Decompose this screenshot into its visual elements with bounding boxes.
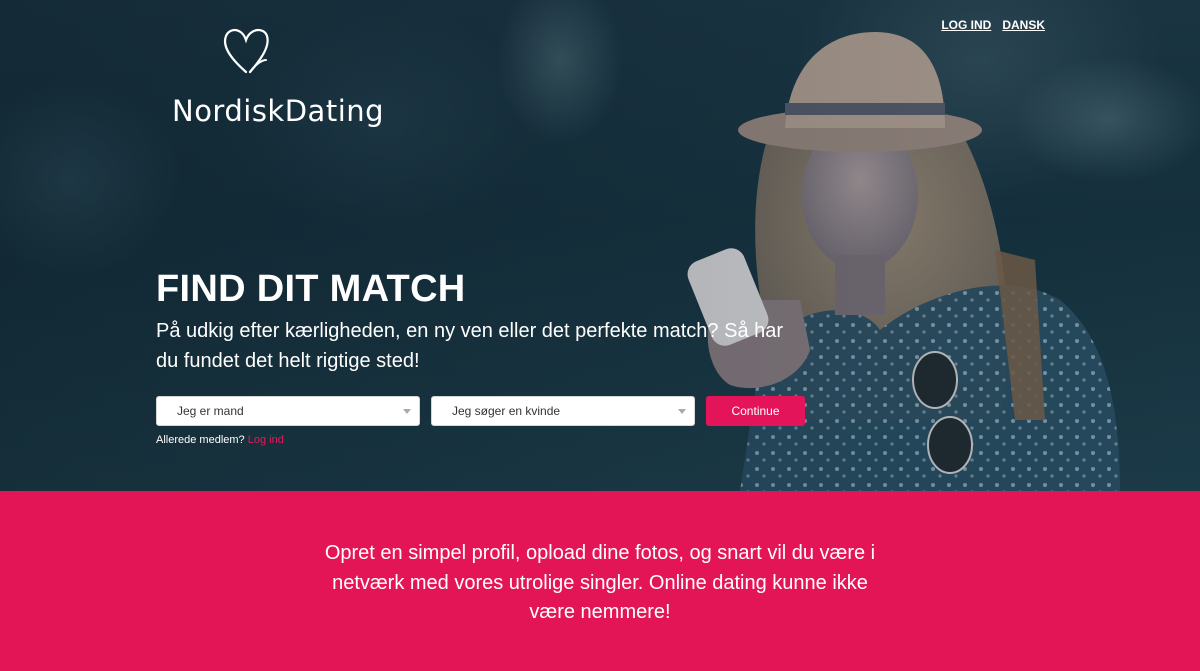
login-link[interactable]: LOG IND bbox=[941, 18, 991, 32]
top-nav: LOG IND DANSK bbox=[941, 18, 1045, 32]
brand-name: NordiskDating bbox=[172, 94, 385, 128]
info-band: Opret en simpel profil, opload dine foto… bbox=[0, 491, 1200, 671]
gender-select[interactable]: Jeg er mand bbox=[156, 396, 420, 426]
language-link[interactable]: DANSK bbox=[1002, 18, 1045, 32]
continue-button[interactable]: Continue bbox=[706, 396, 805, 426]
member-prefix: Allerede medlem? bbox=[156, 434, 245, 446]
brand-logo[interactable]: NordiskDating bbox=[168, 24, 384, 134]
hero-section: NordiskDating LOG IND DANSK FIND DIT MAT… bbox=[0, 0, 1200, 491]
info-band-text: Opret en simpel profil, opload dine foto… bbox=[324, 542, 876, 623]
hero-subline: På udkig efter kærligheden, en ny ven el… bbox=[156, 320, 784, 372]
chevron-down-icon bbox=[403, 409, 411, 414]
heart-icon bbox=[223, 29, 269, 74]
seeking-select[interactable]: Jeg søger en kvinde bbox=[431, 396, 695, 426]
hero-headline: FIND DIT MATCH bbox=[156, 268, 466, 310]
member-login-link[interactable]: Log ind bbox=[248, 434, 284, 446]
member-line: Allerede medlem? Log ind bbox=[156, 434, 284, 446]
gender-select-value: Jeg er mand bbox=[177, 404, 244, 418]
chevron-down-icon bbox=[678, 409, 686, 414]
seeking-select-value: Jeg søger en kvinde bbox=[452, 404, 561, 418]
